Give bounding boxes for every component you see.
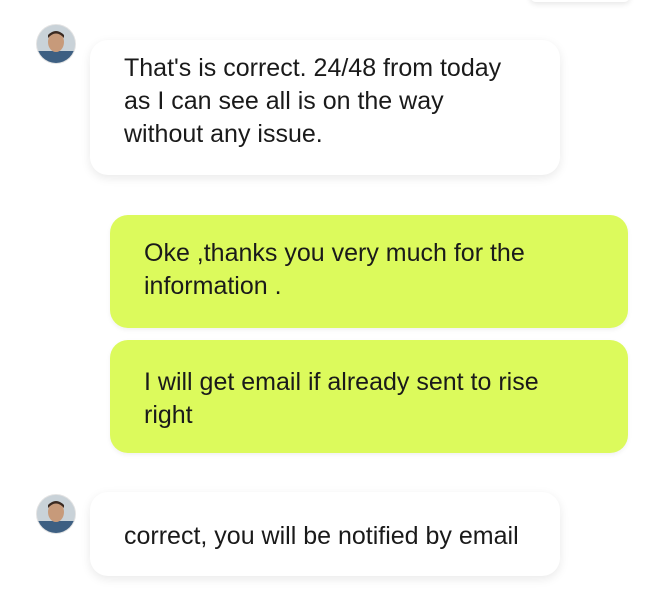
user-message-bubble: Oke ,thanks you very much for the inform…	[110, 215, 628, 328]
message-text-line: without any issue.	[124, 120, 323, 148]
chat-thread: That's is correct. 24/48 from today as I…	[0, 0, 654, 600]
agent-avatar-icon	[37, 25, 75, 63]
message-text-line: I will get email if already sent to rise	[144, 368, 539, 396]
agent-message-bubble: correct, you will be notified by email	[90, 492, 560, 576]
previous-message-bubble	[530, 0, 630, 2]
agent-avatar-icon	[37, 495, 75, 533]
message-text-line: information .	[144, 272, 282, 300]
message-text-line: That's is correct. 24/48 from today	[124, 54, 502, 82]
agent-message-bubble: That's is correct. 24/48 from today as I…	[90, 40, 560, 175]
message-text-line: Oke ,thanks you very much for the	[144, 239, 525, 267]
message-text-line: right	[144, 401, 193, 429]
user-message-bubble: I will get email if already sent to rise…	[110, 340, 628, 453]
message-text-line: correct, you will be notified by email	[124, 522, 519, 550]
message-text-line: as I can see all is on the way	[124, 87, 444, 115]
